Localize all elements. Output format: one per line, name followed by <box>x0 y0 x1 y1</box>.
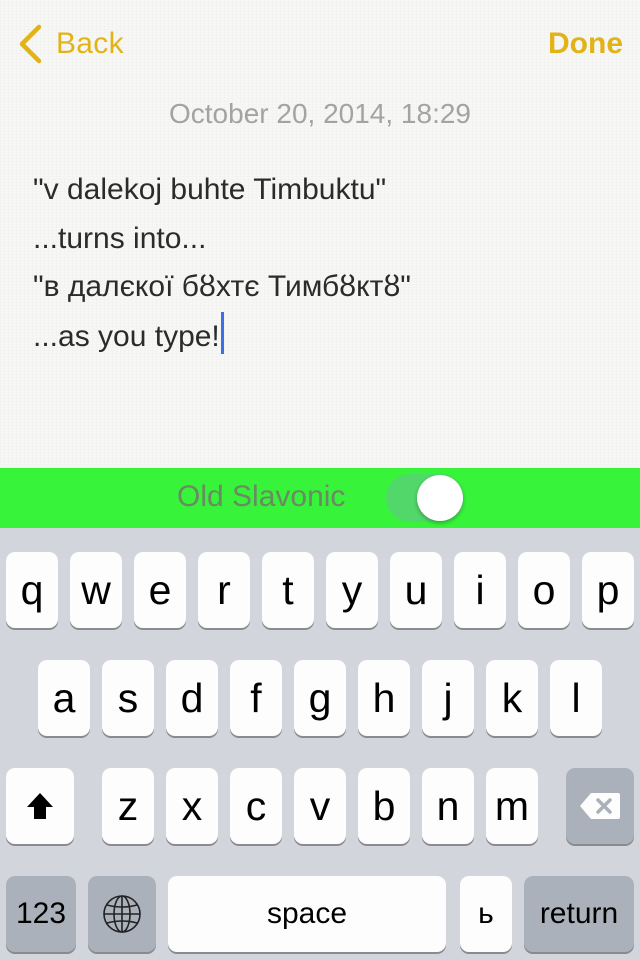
old-slavonic-switch[interactable] <box>386 474 464 522</box>
key-o[interactable]: o <box>518 552 570 628</box>
key-m[interactable]: m <box>486 768 538 844</box>
shift-arrow-icon <box>27 793 53 819</box>
old-slavonic-bar: Old Slavonic <box>0 468 640 528</box>
key-d[interactable]: d <box>166 660 218 736</box>
key-h[interactable]: h <box>358 660 410 736</box>
key-k[interactable]: k <box>486 660 538 736</box>
note-line-text: ...as you type! <box>33 319 220 353</box>
key-p[interactable]: p <box>582 552 634 628</box>
key-r[interactable]: r <box>198 552 250 628</box>
key-a[interactable]: a <box>38 660 90 736</box>
note-line: "v dalekoj buhte Timbuktu" <box>33 173 387 206</box>
key-c[interactable]: c <box>230 768 282 844</box>
key-v[interactable]: v <box>294 768 346 844</box>
shift-key[interactable] <box>6 768 74 844</box>
key-b[interactable]: b <box>358 768 410 844</box>
back-label: Back <box>56 27 124 60</box>
note-line: ...turns into... <box>33 221 207 255</box>
note-line-last: ...as you type! <box>33 311 613 361</box>
key-y[interactable]: y <box>326 552 378 628</box>
soft-sign-key[interactable]: ь <box>460 876 512 952</box>
key-n[interactable]: n <box>422 768 474 844</box>
delete-key[interactable] <box>566 768 634 844</box>
old-slavonic-label: Old Slavonic <box>177 480 346 513</box>
key-t[interactable]: t <box>262 552 314 628</box>
switch-knob <box>417 475 463 521</box>
key-w[interactable]: w <box>70 552 122 628</box>
key-x[interactable]: x <box>166 768 218 844</box>
back-button[interactable]: Back <box>18 22 124 66</box>
key-g[interactable]: g <box>294 660 346 736</box>
key-s[interactable]: s <box>102 660 154 736</box>
key-q[interactable]: q <box>6 552 58 628</box>
key-j[interactable]: j <box>422 660 474 736</box>
chevron-left-icon <box>19 24 42 64</box>
key-u[interactable]: u <box>390 552 442 628</box>
key-l[interactable]: l <box>550 660 602 736</box>
globe-key[interactable] <box>88 876 156 952</box>
key-z[interactable]: z <box>102 768 154 844</box>
key-f[interactable]: f <box>230 660 282 736</box>
note-line: "в далєкоï бȣхтє Тимбȣктȣ" <box>33 270 411 303</box>
globe-icon <box>103 895 141 933</box>
note-text[interactable]: "v dalekoj buhte Timbuktu" ...turns into… <box>33 166 613 360</box>
done-button[interactable]: Done <box>548 22 623 66</box>
key-e[interactable]: e <box>134 552 186 628</box>
numbers-key[interactable]: 123 <box>6 876 76 952</box>
backspace-icon <box>580 793 620 819</box>
note-date: October 20, 2014, 18:29 <box>169 98 471 129</box>
text-cursor <box>220 311 224 354</box>
key-i[interactable]: i <box>454 552 506 628</box>
return-key[interactable]: return <box>524 876 634 952</box>
space-key[interactable]: space <box>168 876 446 952</box>
